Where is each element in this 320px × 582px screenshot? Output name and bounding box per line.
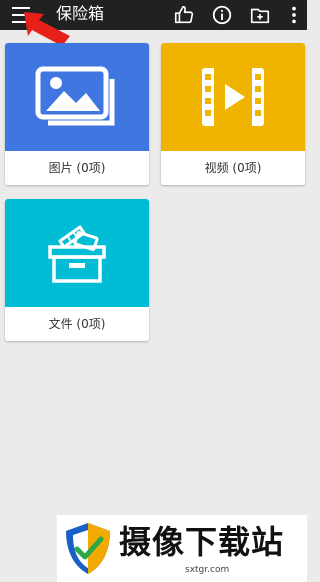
tile-videos-cover — [161, 43, 305, 151]
tile-files-cover — [5, 199, 149, 307]
tile-videos[interactable]: 视频 (0项) — [161, 43, 305, 185]
tile-images[interactable]: 图片 (0项) — [5, 43, 149, 185]
watermark-banner: 摄像下载站 sxtgr.com — [57, 515, 307, 582]
add-folder-icon[interactable] — [249, 4, 271, 26]
info-icon[interactable] — [211, 4, 233, 26]
tile-images-cover — [5, 43, 149, 151]
tile-videos-label: 视频 (0项) — [161, 151, 305, 185]
file-box-icon — [48, 225, 106, 283]
watermark-url: sxtgr.com — [185, 565, 230, 575]
tile-files[interactable]: 文件 (0项) — [5, 199, 149, 341]
tile-images-label: 图片 (0项) — [5, 151, 149, 185]
shield-logo-icon — [66, 523, 110, 574]
image-icon — [35, 66, 115, 126]
red-arrow-icon — [24, 12, 70, 46]
watermark-brand: 摄像下载站 — [119, 523, 285, 561]
thumbs-up-icon[interactable] — [173, 4, 195, 26]
video-icon — [202, 68, 264, 126]
tile-files-label: 文件 (0项) — [5, 307, 149, 341]
more-vertical-icon[interactable] — [283, 4, 305, 26]
